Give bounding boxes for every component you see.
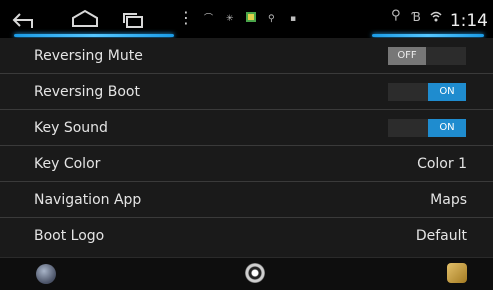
status-bar: ⋮ ⌒ ✳ ⚲ ▪ ⚲ Ɓ 1:14 bbox=[0, 0, 493, 38]
bottom-bar bbox=[0, 257, 493, 290]
status-glow-right bbox=[372, 34, 484, 37]
usb-icon: ⚲ bbox=[268, 14, 275, 24]
center-home-icon[interactable] bbox=[245, 263, 265, 283]
wifi-icon bbox=[430, 11, 442, 26]
setting-label: Key Color bbox=[34, 156, 101, 172]
setting-row-key-color[interactable]: Key Color Color 1 bbox=[0, 146, 493, 182]
setting-row-key-sound[interactable]: Key Sound ON bbox=[0, 110, 493, 146]
toggle-state: OFF bbox=[388, 47, 426, 65]
setting-row-reversing-mute[interactable]: Reversing Mute OFF bbox=[0, 38, 493, 74]
setting-label: Boot Logo bbox=[34, 228, 105, 244]
setting-label: Navigation App bbox=[34, 192, 142, 208]
settings-list: Reversing Mute OFF Reversing Boot ON Key… bbox=[0, 38, 493, 257]
bluetooth-icon: Ɓ bbox=[412, 10, 421, 24]
setting-label: Reversing Boot bbox=[34, 84, 140, 100]
status-glow-left bbox=[14, 34, 174, 37]
key-sound-toggle[interactable]: ON bbox=[388, 119, 466, 137]
setting-value: Default bbox=[415, 228, 467, 244]
back-icon[interactable] bbox=[12, 12, 36, 33]
menu-icon[interactable]: ⋮ bbox=[178, 10, 194, 26]
orb-app-icon[interactable] bbox=[36, 264, 56, 284]
reversing-boot-toggle[interactable]: ON bbox=[388, 83, 466, 101]
setting-value: Color 1 bbox=[417, 156, 467, 172]
setting-value: Maps bbox=[430, 192, 467, 208]
recent-apps-icon[interactable] bbox=[122, 12, 144, 28]
setting-row-boot-logo[interactable]: Boot Logo Default bbox=[0, 218, 493, 254]
setting-row-reversing-boot[interactable]: Reversing Boot ON bbox=[0, 74, 493, 110]
notification-icon: ✳ bbox=[226, 14, 234, 24]
app-tile-icon[interactable] bbox=[447, 263, 467, 283]
setting-row-navigation-app[interactable]: Navigation App Maps bbox=[0, 182, 493, 218]
toggle-state: ON bbox=[428, 119, 466, 137]
setting-label: Reversing Mute bbox=[34, 48, 143, 64]
toggle-state: ON bbox=[428, 83, 466, 101]
notification-icon: ▪ bbox=[290, 14, 297, 24]
image-icon bbox=[246, 12, 256, 25]
usb-icon: ⌒ bbox=[204, 14, 214, 24]
clock: 1:14 bbox=[449, 11, 488, 31]
location-icon: ⚲ bbox=[391, 8, 401, 23]
home-icon[interactable] bbox=[70, 8, 100, 28]
reversing-mute-toggle[interactable]: OFF bbox=[388, 47, 466, 65]
setting-label: Key Sound bbox=[34, 120, 108, 136]
